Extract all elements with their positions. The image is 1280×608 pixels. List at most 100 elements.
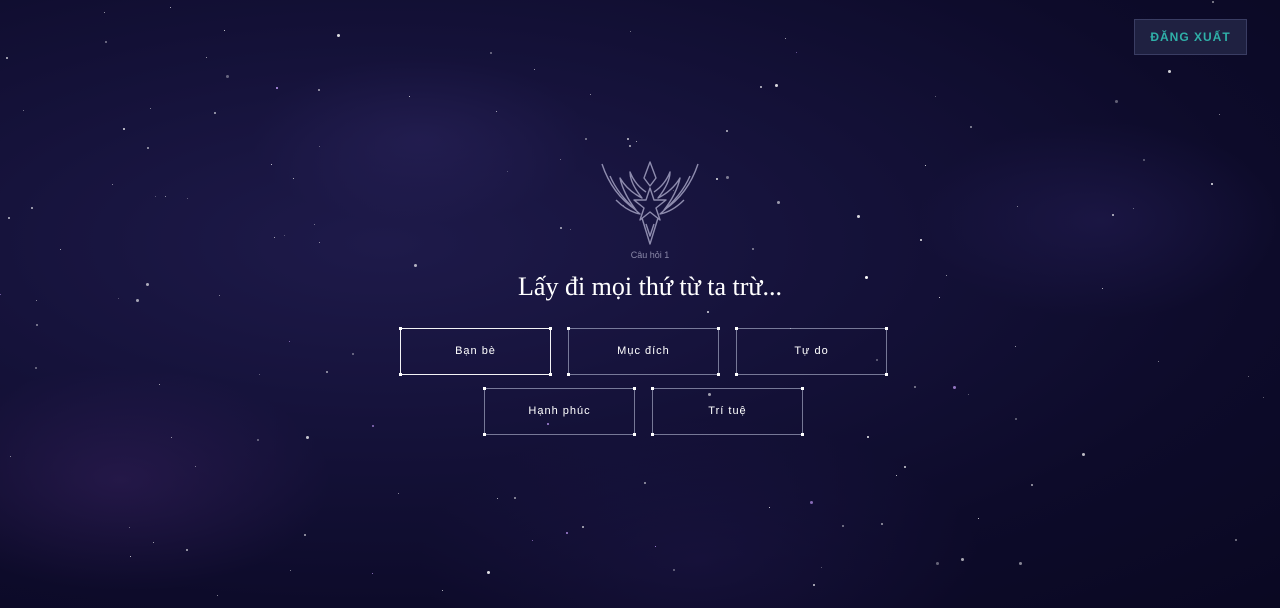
star-dot <box>842 525 844 527</box>
star-dot <box>936 562 939 565</box>
star-dot <box>1263 397 1264 398</box>
star-dot <box>760 86 762 88</box>
star-dot <box>414 264 417 267</box>
star-dot <box>925 165 926 166</box>
star-dot <box>726 130 728 132</box>
star-dot <box>314 224 315 225</box>
star-dot <box>920 239 922 241</box>
star-dot <box>785 38 786 39</box>
star-dot <box>1015 418 1017 420</box>
star-dot <box>276 87 278 89</box>
star-dot <box>214 112 216 114</box>
answer-option-hanh-phuc[interactable]: Hạnh phúc <box>483 387 636 436</box>
answer-option-muc-dich[interactable]: Mục đích <box>567 327 720 376</box>
star-dot <box>1015 346 1016 347</box>
star-dot <box>129 527 130 528</box>
answer-label: Tự do <box>794 345 829 357</box>
star-dot <box>968 394 969 395</box>
star-dot <box>10 456 11 457</box>
star-dot <box>1143 159 1145 161</box>
star-dot <box>319 242 320 243</box>
star-dot <box>186 549 188 551</box>
star-dot <box>170 7 171 8</box>
star-dot <box>1168 70 1171 73</box>
star-dot <box>821 567 822 568</box>
star-dot <box>123 128 125 130</box>
question-text: Lấy đi mọi thứ từ ta trừ... <box>518 272 782 301</box>
answer-label: Hạnh phúc <box>528 405 591 417</box>
star-dot <box>1017 206 1018 207</box>
star-dot <box>442 590 443 591</box>
star-dot <box>881 523 883 525</box>
star-dot <box>271 164 272 165</box>
star-dot <box>570 229 571 230</box>
star-dot <box>716 178 718 180</box>
star-dot <box>293 178 294 179</box>
star-dot <box>23 110 24 111</box>
star-dot <box>970 126 972 128</box>
star-dot <box>857 215 860 218</box>
star-dot <box>171 437 172 438</box>
star-dot <box>1212 1 1214 3</box>
star-dot <box>560 227 562 229</box>
star-dot <box>726 176 729 179</box>
star-dot <box>961 558 964 561</box>
star-dot <box>372 573 373 574</box>
star-dot <box>904 466 906 468</box>
star-dot <box>326 371 328 373</box>
star-dot <box>398 493 399 494</box>
star-dot <box>560 159 561 160</box>
answer-option-ban-be[interactable]: Bạn bè <box>399 327 552 376</box>
star-dot <box>259 374 260 375</box>
star-dot <box>810 501 813 504</box>
nebula-background <box>0 0 1280 608</box>
star-dot <box>769 507 770 508</box>
star-dot <box>914 386 916 388</box>
star-dot <box>165 196 166 197</box>
answer-option-tu-do[interactable]: Tự do <box>735 327 888 376</box>
answer-label: Trí tuệ <box>708 405 747 417</box>
star-dot <box>590 94 591 95</box>
answer-label: Bạn bè <box>455 345 496 357</box>
star-dot <box>304 534 306 536</box>
star-dot <box>1019 562 1022 565</box>
logout-button[interactable]: ĐĂNG XUẤT <box>1134 19 1247 55</box>
star-dot <box>217 595 218 596</box>
answer-option-tri-tue[interactable]: Trí tuệ <box>651 387 804 436</box>
star-dot <box>36 324 38 326</box>
star-dot <box>935 96 936 97</box>
star-dot <box>487 571 490 574</box>
star-dot <box>195 466 196 467</box>
star-dot <box>566 532 568 534</box>
star-dot <box>409 96 410 97</box>
star-dot <box>777 201 780 204</box>
star-dot <box>226 75 229 78</box>
star-dot <box>532 540 533 541</box>
star-dot <box>507 171 508 172</box>
star-dot <box>372 425 374 427</box>
star-dot <box>813 584 815 586</box>
star-dot <box>1211 183 1213 185</box>
star-dot <box>585 138 587 140</box>
star-dot <box>318 89 320 91</box>
star-dot <box>130 556 131 557</box>
star-dot <box>289 341 290 342</box>
star-dot <box>105 41 107 43</box>
star-dot <box>104 12 105 13</box>
star-dot <box>153 542 154 543</box>
star-dot <box>284 235 285 236</box>
star-dot <box>636 141 637 142</box>
star-dot <box>257 439 259 441</box>
star-dot <box>497 498 498 499</box>
star-dot <box>514 497 516 499</box>
star-dot <box>1112 214 1114 216</box>
star-dot <box>290 570 291 571</box>
star-dot <box>147 147 149 149</box>
star-dot <box>673 569 675 571</box>
star-dot <box>1158 361 1159 362</box>
star-dot <box>1219 114 1220 115</box>
star-dot <box>31 207 33 209</box>
star-dot <box>490 52 492 54</box>
star-dot <box>1235 539 1237 541</box>
star-dot <box>629 145 631 147</box>
